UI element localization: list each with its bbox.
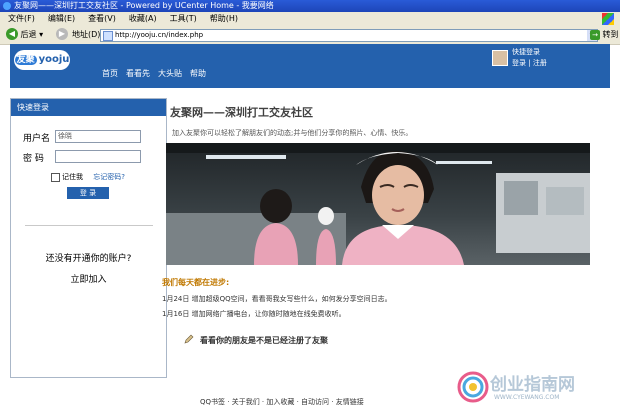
nav-help[interactable]: 帮助 xyxy=(190,69,206,78)
join-now-link[interactable]: 立即加入 xyxy=(11,272,166,285)
logo-en: yooju xyxy=(38,54,70,65)
menu-view[interactable]: 查看(V) xyxy=(88,14,116,23)
footer-links[interactable]: QQ书签 · 关于我们 · 加入收藏 · 自动访问 · 友情链接 xyxy=(200,397,364,407)
remember-checkbox[interactable] xyxy=(51,172,60,182)
site-nav: 首页 看看先 大头贴 帮助 xyxy=(102,68,214,79)
register-link[interactable]: 注册 xyxy=(533,59,547,67)
page-icon xyxy=(103,31,113,41)
quick-login-panel: 快速登录 用户名 徐晓 密 码 记住我 忘记密码? 登 录 还没有开通你的账户?… xyxy=(10,98,167,378)
watermark: 创业指南网 WWW.CYEWANG.COM xyxy=(456,368,616,408)
back-button[interactable]: ◀ 后退 ▾ xyxy=(6,28,43,42)
watermark-url: WWW.CYEWANG.COM xyxy=(494,394,560,401)
password-label: 密 码 xyxy=(23,154,44,164)
address-url: http://yooju.cn/index.php xyxy=(115,31,204,39)
site-header: 友聚 yooju 首页 看看先 大头贴 帮助 快捷登录 登录 | 注册 xyxy=(10,44,610,88)
news-heading: 我们每天都在进步: xyxy=(162,278,230,287)
address-label: 地址(D) xyxy=(72,30,101,39)
address-toolbar: ◀ 后退 ▾ ▶ 地址(D) http://yooju.cn/index.php… xyxy=(0,26,620,45)
news-item: 1月24日 增加超级QQ空间，看看哥我女写些什么，如何发分享空间日志。 xyxy=(162,295,392,303)
nav-browse[interactable]: 看看先 xyxy=(126,69,150,78)
news-item: 1月16日 增加网络广播电台，让你随时随地在线免费收听。 xyxy=(162,310,346,318)
menu-file[interactable]: 文件(F) xyxy=(8,14,35,23)
windows-logo-icon xyxy=(602,13,614,25)
remember-label: 记住我 xyxy=(62,173,83,181)
go-button[interactable]: → 转到 xyxy=(590,26,619,44)
page-description: 加入友聚你可以轻松了解朋友们的动态;并与他们分享你的照片、心情、快乐。 xyxy=(172,129,413,137)
menu-help[interactable]: 帮助(H) xyxy=(210,14,238,23)
user-links: 快捷登录 登录 | 注册 xyxy=(512,47,547,69)
window-title: 友聚网——深圳打工交友社区 - Powered by UCenter Home … xyxy=(14,1,274,10)
window-title-bar: 友聚网——深圳打工交友社区 - Powered by UCenter Home … xyxy=(0,0,620,12)
link-separator: | xyxy=(528,59,531,67)
forgot-password-link[interactable]: 忘记密码? xyxy=(93,173,125,181)
nav-home[interactable]: 首页 xyxy=(102,69,118,78)
divider xyxy=(25,225,153,226)
page-title: 友聚网——深圳打工交友社区 xyxy=(170,106,313,119)
invite-friends-link[interactable]: 看看你的朋友是不是已经注册了友聚 xyxy=(200,335,328,346)
pencil-icon xyxy=(184,334,194,344)
address-bar[interactable]: http://yooju.cn/index.php ▼ xyxy=(100,29,598,42)
user-box: 快捷登录 登录 | 注册 xyxy=(492,47,604,71)
login-link[interactable]: 登录 xyxy=(512,59,526,67)
remember-me[interactable]: 记住我 忘记密码? xyxy=(51,172,125,182)
menu-favorites[interactable]: 收藏(A) xyxy=(129,14,157,23)
back-label: 后退 xyxy=(20,30,37,39)
watermark-text: 创业指南网 xyxy=(490,375,575,395)
factory-photo xyxy=(166,143,590,265)
menu-tools[interactable]: 工具(T) xyxy=(170,14,197,23)
login-button[interactable]: 登 录 xyxy=(67,187,109,199)
site-logo[interactable]: 友聚 yooju xyxy=(14,50,70,70)
no-account-text: 还没有开通你的账户? xyxy=(45,254,132,264)
menu-bar: 文件(F) 编辑(E) 查看(V) 收藏(A) 工具(T) 帮助(H) xyxy=(0,12,620,27)
factory-photo-banner xyxy=(166,143,590,265)
ie-icon xyxy=(3,2,11,10)
forward-button[interactable]: ▶ xyxy=(56,28,68,40)
username-label: 用户名 xyxy=(23,134,51,144)
avatar[interactable] xyxy=(492,50,508,66)
go-label: 转到 xyxy=(602,30,619,39)
username-input[interactable]: 徐晓 xyxy=(55,130,141,143)
logo-cn: 友聚 xyxy=(14,55,37,65)
go-arrow-icon: → xyxy=(590,29,600,40)
password-input[interactable] xyxy=(55,150,141,163)
back-arrow-icon: ◀ xyxy=(6,28,18,40)
nav-photo-sticker[interactable]: 大头贴 xyxy=(158,69,182,78)
menu-edit[interactable]: 编辑(E) xyxy=(48,14,75,23)
quick-login-header: 快速登录 xyxy=(11,99,166,116)
watermark-logo-icon xyxy=(457,371,489,403)
quick-login-link[interactable]: 快捷登录 xyxy=(512,47,547,58)
